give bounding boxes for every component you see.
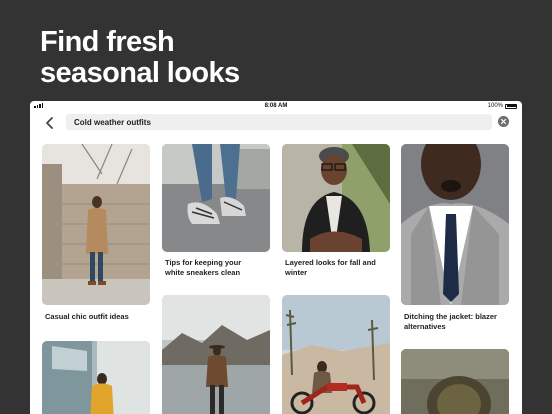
pin-photo-street-coat	[42, 144, 150, 305]
pin-photo-glasses-cardigan	[282, 144, 390, 252]
clear-search-icon[interactable]	[498, 116, 509, 127]
pin-image[interactable]	[282, 295, 390, 414]
pin-image[interactable]	[162, 295, 270, 414]
pin-photo-motorcycle	[282, 295, 390, 414]
promo-headline: Find fresh seasonal looks	[40, 26, 240, 89]
pin-caption[interactable]: Tips for keeping your white sneakers cle…	[165, 258, 269, 278]
app-screen: 8:08 AM 100% Cold weather outfits Casual…	[30, 101, 522, 414]
battery-icon	[505, 103, 517, 109]
pin-caption[interactable]: Ditching the jacket: blazer alternatives	[404, 312, 508, 332]
pin-caption[interactable]: Casual chic outfit ideas	[45, 312, 149, 322]
pin-caption[interactable]: Layered looks for fall and winter	[285, 258, 389, 278]
pin-photo-lake-hat	[162, 295, 270, 414]
pin-image[interactable]	[162, 144, 270, 252]
pin-image[interactable]	[401, 349, 509, 414]
pin-photo-sneakers	[162, 144, 270, 252]
pin-photo-texture	[401, 349, 509, 414]
search-row: Cold weather outfits	[30, 113, 522, 133]
pin-photo-blazer-tie	[401, 144, 509, 305]
back-arrow-icon[interactable]	[43, 116, 57, 130]
search-input[interactable]: Cold weather outfits	[66, 114, 492, 130]
status-time: 8:08 AM	[264, 103, 288, 109]
status-bar: 8:08 AM 100%	[30, 101, 522, 111]
pin-image[interactable]	[42, 341, 150, 414]
battery-indicator: 100%	[488, 103, 517, 109]
pin-image[interactable]	[401, 144, 509, 305]
battery-percent: 100%	[487, 103, 503, 109]
pin-image[interactable]	[42, 144, 150, 305]
pin-image[interactable]	[282, 144, 390, 252]
pin-photo-yellow-jacket	[42, 341, 150, 414]
